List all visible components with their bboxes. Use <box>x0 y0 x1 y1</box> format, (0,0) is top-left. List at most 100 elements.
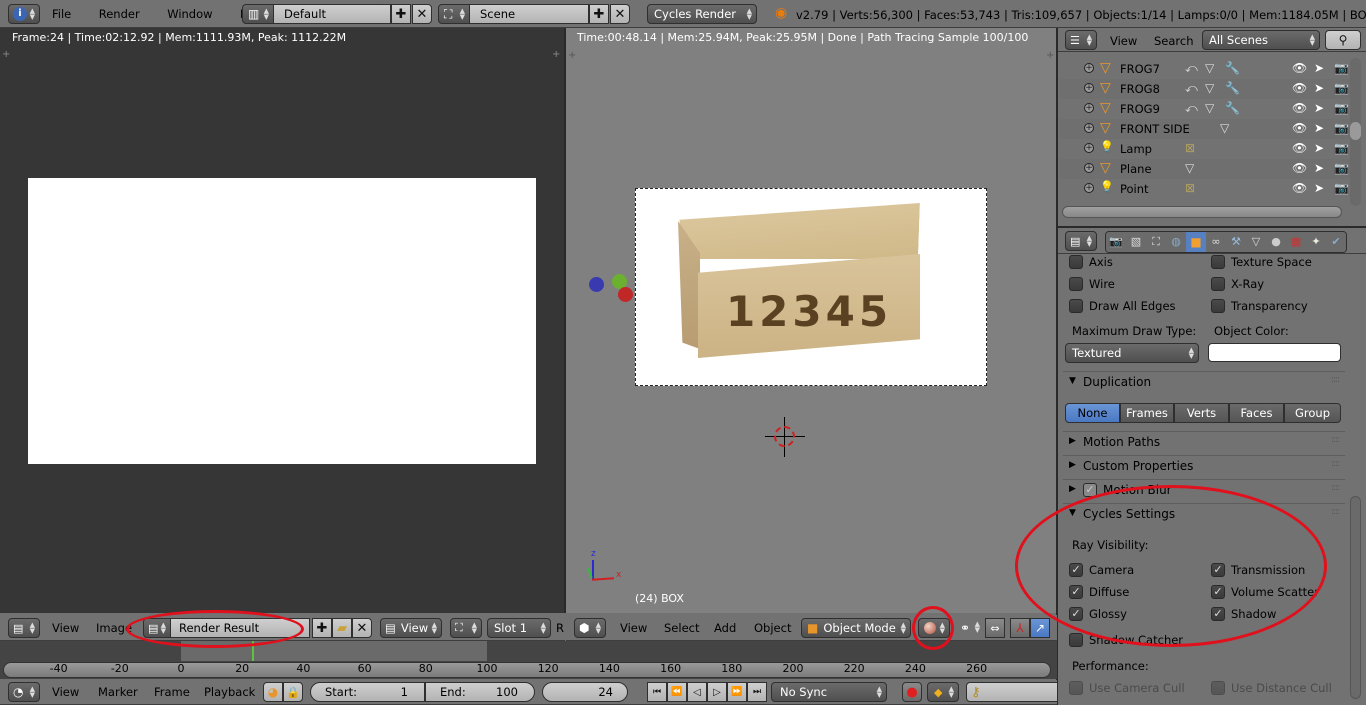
outliner-item-name[interactable]: Lamp <box>1120 142 1152 156</box>
add-screen-button[interactable]: ✚ <box>391 4 411 24</box>
menu-object[interactable]: Object <box>746 621 799 635</box>
properties-vscroll[interactable] <box>1350 496 1361 699</box>
menu-view[interactable]: View <box>44 621 87 635</box>
expand-icon[interactable]: + <box>1084 103 1094 113</box>
tab-world[interactable]: ◍ <box>1166 232 1186 252</box>
current-frame-field[interactable]: 24 <box>542 682 628 702</box>
translate-manipulator-button[interactable]: ↗ <box>1030 618 1050 638</box>
drag-grip-icon[interactable]: :::: <box>1331 483 1340 493</box>
renderable-camera-icon[interactable]: 📷 <box>1334 101 1349 115</box>
renderable-camera-icon[interactable]: 📷 <box>1334 141 1349 155</box>
preview-range-button[interactable]: ◕ <box>263 682 283 702</box>
expand-icon[interactable]: + <box>1084 143 1094 153</box>
jump-keyframe-forward-button[interactable]: ⏩ <box>727 682 747 702</box>
outliner-item[interactable]: + ▽ FROG9 ⤺ ▽ 🔧 👁 ➤ 📷 <box>1060 99 1350 119</box>
mesh-data-icon[interactable]: ▽ <box>1205 81 1214 95</box>
scene-browse-button[interactable]: ⛶ ▲ ▼ <box>438 4 470 24</box>
checkbox-use-distance-cull[interactable] <box>1211 681 1225 695</box>
lamp-data-icon[interactable]: ⊠ <box>1185 141 1195 155</box>
toolshelf-toggle-icon[interactable]: + <box>2 50 12 60</box>
visibility-eye-icon[interactable]: 👁 <box>1292 121 1307 135</box>
editor-type-button[interactable]: ◔ ▲ ▼ <box>8 682 40 702</box>
selectable-cursor-icon[interactable]: ➤ <box>1314 61 1324 75</box>
jump-end-button[interactable]: ⏭ <box>747 682 767 702</box>
outliner-item[interactable]: + 💡 Lamp ⊠ 👁 ➤ 📷 <box>1060 139 1350 159</box>
object-color-swatch[interactable] <box>1208 343 1341 362</box>
custom-properties-panel-header[interactable]: ▶ Custom Properties :::: <box>1063 455 1345 477</box>
outliner-vscroll[interactable] <box>1350 58 1361 206</box>
properties-toggle-icon[interactable]: + <box>1046 50 1054 61</box>
jump-start-button[interactable]: ⏮ <box>647 682 667 702</box>
checkbox-x-ray[interactable] <box>1211 277 1225 291</box>
renderable-camera-icon[interactable]: 📷 <box>1334 181 1349 195</box>
new-image-button[interactable]: ✚ <box>312 618 332 638</box>
visibility-eye-icon[interactable]: 👁 <box>1292 141 1307 155</box>
delete-screen-button[interactable]: ✕ <box>412 4 432 24</box>
selectable-cursor-icon[interactable]: ➤ <box>1314 81 1324 95</box>
menu-marker[interactable]: Marker <box>90 685 146 699</box>
mesh-data-icon[interactable]: ▽ <box>1205 61 1214 75</box>
outliner-item[interactable]: + ▽ FROG7 ⤺ ▽ 🔧 👁 ➤ 📷 <box>1060 59 1350 79</box>
duplication-none-button[interactable]: None <box>1065 403 1120 423</box>
tab-object[interactable]: ■ <box>1186 232 1206 252</box>
menu-search[interactable]: Search <box>1146 34 1202 48</box>
mesh-data-icon[interactable]: ▽ <box>1205 101 1214 115</box>
jump-keyframe-back-button[interactable]: ⏪ <box>667 682 687 702</box>
outliner-item[interactable]: + ▽ FRONT SIDE ▽ 👁 ➤ 📷 <box>1060 119 1350 139</box>
renderable-camera-icon[interactable]: 📷 <box>1334 161 1349 175</box>
lamp-data-icon[interactable]: ⊠ <box>1185 181 1195 195</box>
pivot-select[interactable]: ⛶ ▲ ▼ <box>450 618 482 638</box>
motion-paths-panel-header[interactable]: ▶ Motion Paths :::: <box>1063 431 1345 453</box>
selectable-cursor-icon[interactable]: ➤ <box>1314 181 1324 195</box>
modifier-icon[interactable]: 🔧 <box>1225 101 1240 115</box>
keying-mode-select[interactable]: ◆ ▲ ▼ <box>927 682 959 702</box>
duplication-group-button[interactable]: Group <box>1284 403 1341 423</box>
editor-type-button[interactable]: ▤ ▲ ▼ <box>1065 231 1097 251</box>
drag-grip-icon[interactable]: :::: <box>1331 435 1340 445</box>
scene-field[interactable]: Scene <box>469 4 589 24</box>
open-image-button[interactable]: ▰ <box>332 618 352 638</box>
checkbox-wire[interactable] <box>1069 277 1083 291</box>
start-frame-field[interactable]: Start: 1 <box>310 682 425 702</box>
properties-toggle-icon[interactable]: + <box>552 50 562 60</box>
visibility-eye-icon[interactable]: 👁 <box>1292 81 1307 95</box>
render-engine-select[interactable]: Cycles Render ▲ ▼ <box>647 4 757 24</box>
sync-mode-select[interactable]: No Sync ▲ ▼ <box>771 682 887 702</box>
outliner-item-name[interactable]: FRONT SIDE <box>1120 122 1190 136</box>
timeline-scrollbar[interactable] <box>3 662 1051 678</box>
tab-material[interactable]: ● <box>1266 232 1286 252</box>
display-mode-select[interactable]: All Scenes ▲ ▼ <box>1202 30 1320 50</box>
renderable-camera-icon[interactable]: 📷 <box>1334 61 1349 75</box>
pivot-point-select[interactable]: ⚭ ▲ ▼ <box>958 618 984 638</box>
expand-icon[interactable]: + <box>1084 123 1094 133</box>
checkbox-axis[interactable] <box>1069 255 1083 269</box>
tab-render[interactable]: 📷 <box>1106 232 1126 252</box>
outliner-item-name[interactable]: Point <box>1120 182 1149 196</box>
outliner-item[interactable]: + ▽ Plane ▽ 👁 ➤ 📷 <box>1060 159 1350 179</box>
outliner-item-name[interactable]: Plane <box>1120 162 1152 176</box>
menu-file[interactable]: File <box>44 7 79 21</box>
manipulator-toggle-button[interactable]: ⅄ <box>1010 618 1030 638</box>
editor-type-button[interactable]: ☰ ▲ ▼ <box>1065 30 1097 50</box>
menu-view[interactable]: View <box>1102 34 1145 48</box>
checkbox-transparency[interactable] <box>1211 299 1225 313</box>
unlink-image-button[interactable]: ✕ <box>352 618 372 638</box>
screen-layout-field[interactable]: Default <box>273 4 391 24</box>
render-layer-truncated[interactable]: R <box>556 621 564 635</box>
timeline[interactable] <box>0 641 1057 679</box>
expand-icon[interactable]: + <box>1084 163 1094 173</box>
tab-constraints[interactable]: ∞ <box>1206 232 1226 252</box>
drag-grip-icon[interactable]: :::: <box>1331 507 1340 517</box>
modifier-icon[interactable]: 🔧 <box>1225 61 1240 75</box>
outliner-item[interactable]: + 💡 Point ⊠ 👁 ➤ 📷 <box>1060 179 1350 199</box>
duplication-verts-button[interactable]: Verts <box>1174 403 1229 423</box>
visibility-eye-icon[interactable]: 👁 <box>1292 61 1307 75</box>
3d-cursor-icon[interactable] <box>765 417 805 457</box>
visibility-eye-icon[interactable]: 👁 <box>1292 181 1307 195</box>
menu-add[interactable]: Add <box>706 621 744 635</box>
checkbox-shadow-catcher[interactable] <box>1069 633 1083 647</box>
tab-particles[interactable]: ✦ <box>1306 232 1326 252</box>
end-frame-field[interactable]: End: 100 <box>425 682 535 702</box>
visibility-eye-icon[interactable]: 👁 <box>1292 161 1307 175</box>
checkbox-use-camera-cull[interactable] <box>1069 681 1083 695</box>
